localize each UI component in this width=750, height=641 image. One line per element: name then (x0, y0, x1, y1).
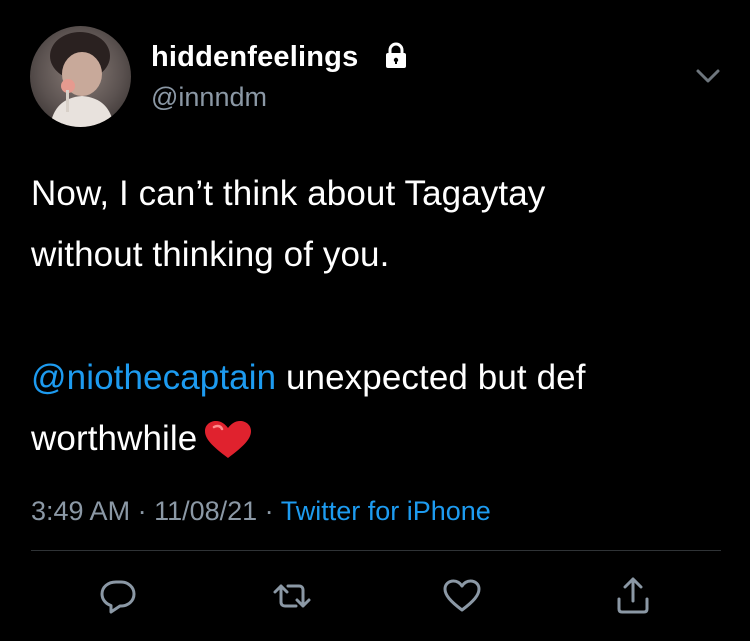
chevron-down-icon[interactable] (694, 62, 722, 90)
lock-icon (381, 41, 411, 71)
display-name[interactable]: hiddenfeelings (151, 40, 358, 74)
tweet-text: Now, I can’t think about Tagaytay withou… (31, 163, 721, 469)
mention-link[interactable]: @niothecaptain (31, 358, 276, 397)
tweet-line-text: unexpected but def (276, 358, 586, 397)
tweet-line: @niothecaptain unexpected but def (31, 347, 721, 408)
tweet-date: 11/08/21 (154, 496, 258, 526)
tweet-line: Now, I can’t think about Tagaytay (31, 174, 546, 213)
meta-separator: · (257, 496, 281, 526)
tweet-line: without thinking of you. (31, 235, 390, 274)
meta-separator: · (130, 496, 155, 526)
retweet-icon[interactable] (270, 574, 314, 618)
tweet-source-link[interactable]: Twitter for iPhone (281, 496, 491, 526)
tweet-meta: 3:49 AM · 11/08/21 · Twitter for iPhone (31, 494, 491, 528)
heart-emoji-icon (203, 418, 253, 458)
divider (31, 550, 721, 551)
like-icon[interactable] (440, 574, 484, 618)
share-icon[interactable] (611, 574, 655, 618)
user-handle[interactable]: @innndm (151, 81, 267, 113)
tweet-line: worthwhile (31, 408, 721, 469)
avatar[interactable] (30, 26, 131, 127)
reply-icon[interactable] (96, 574, 140, 618)
tweet-time: 3:49 AM (31, 496, 131, 526)
tweet-line-text: worthwhile (31, 419, 198, 458)
